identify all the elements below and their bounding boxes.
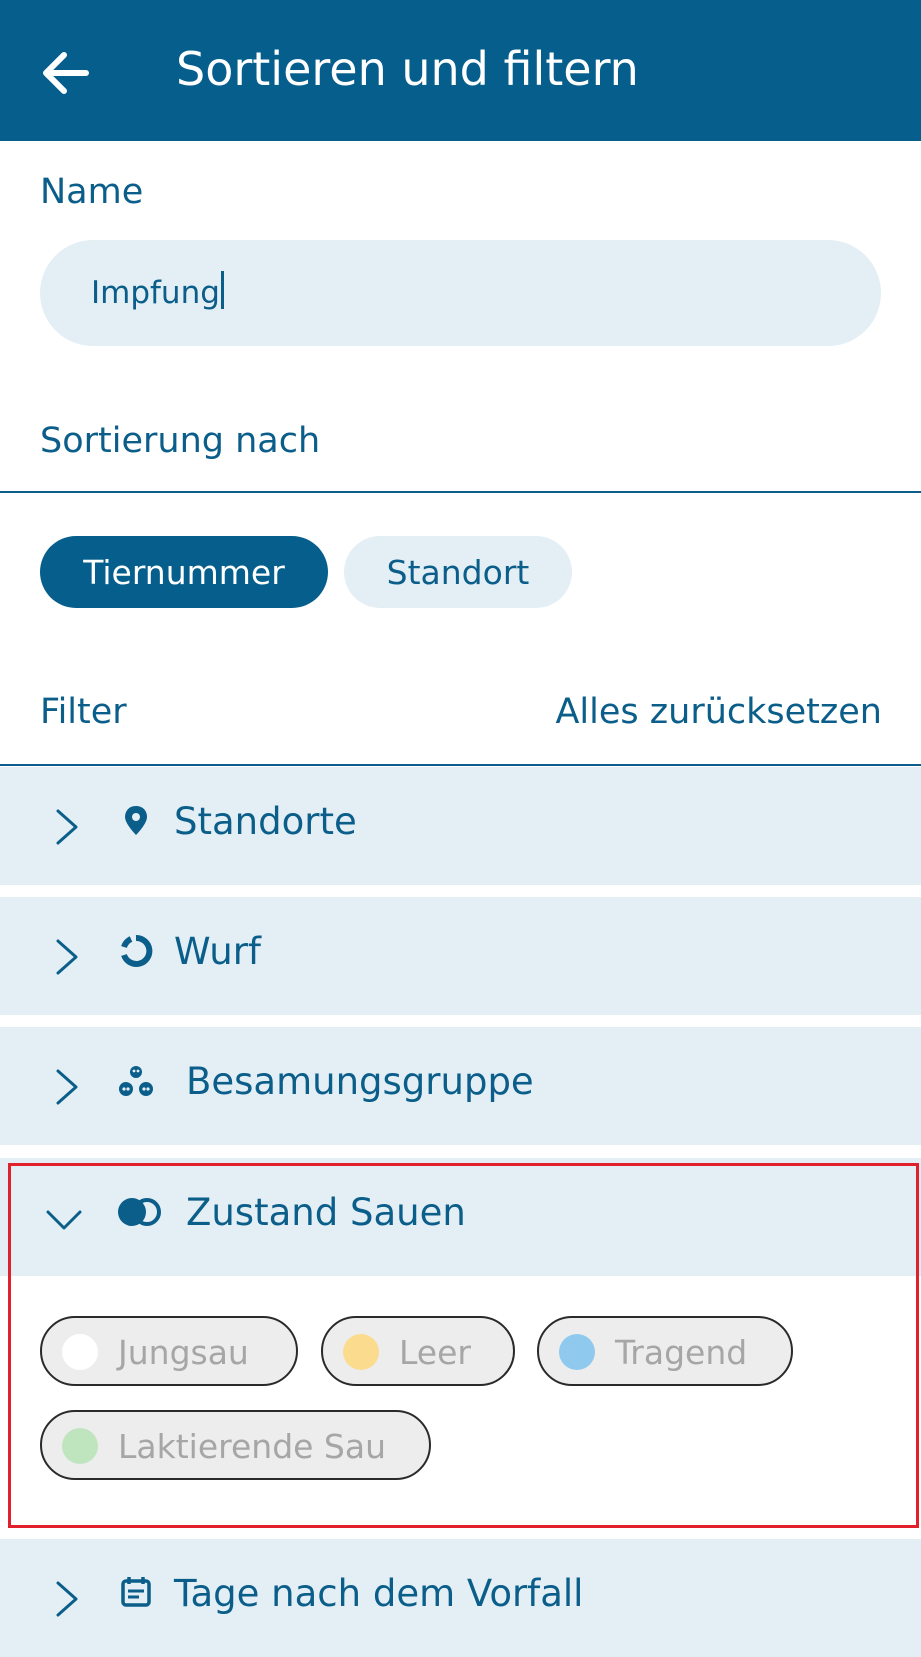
filter-group-wurf[interactable]: Wurf: [0, 897, 921, 1015]
chevron-right-icon: [56, 939, 78, 975]
name-label: Name: [40, 172, 144, 212]
text-caret: [220, 271, 224, 309]
filter-group-besamungsgruppe[interactable]: Besamungsgruppe: [0, 1027, 921, 1145]
status-dot: [559, 1334, 595, 1370]
status-chip-laktierende-sau[interactable]: Laktierende Sau: [40, 1410, 431, 1480]
filter-group-label: Besamungsgruppe: [186, 1060, 534, 1103]
status-dot: [62, 1428, 98, 1464]
status-dot: [343, 1334, 379, 1370]
filter-group-label: Zustand Sauen: [186, 1191, 466, 1234]
filter-group-label: Standorte: [174, 800, 357, 843]
chevron-right-icon: [56, 1581, 78, 1617]
filter-group-tage-nach-dem-vorfall[interactable]: Tage nach dem Vorfall: [0, 1539, 921, 1657]
status-options-panel: Jungsau Leer Tragend Laktierende Sau: [0, 1276, 921, 1538]
filter-divider: [0, 764, 921, 766]
status-chip-label: Laktierende Sau: [118, 1427, 387, 1466]
status-dot: [62, 1334, 98, 1370]
chevron-right-icon: [56, 1069, 78, 1105]
filter-group-label: Tage nach dem Vorfall: [174, 1572, 584, 1615]
sort-option-tiernummer[interactable]: Tiernummer: [40, 536, 328, 608]
chevron-right-icon: [56, 809, 78, 845]
back-arrow-icon[interactable]: [38, 46, 96, 100]
status-chip-tragend[interactable]: Tragend: [537, 1316, 793, 1386]
chevron-down-icon: [46, 1210, 82, 1230]
name-input[interactable]: Impfung: [40, 240, 881, 346]
cycle-icon: [121, 934, 153, 967]
app-header: Sortieren und filtern: [0, 0, 921, 141]
filter-label: Filter: [40, 692, 127, 732]
filter-group-zustand-sauen[interactable]: Zustand Sauen: [0, 1158, 921, 1276]
name-input-value: Impfung: [91, 275, 220, 311]
group-icon: [119, 1066, 153, 1096]
calendar-icon: [121, 1577, 151, 1607]
page-title: Sortieren und filtern: [176, 42, 639, 96]
status-chip-label: Leer: [399, 1333, 471, 1372]
sort-option-standort[interactable]: Standort: [344, 536, 572, 608]
reset-all-link[interactable]: Alles zurücksetzen: [546, 692, 882, 732]
status-chip-jungsau[interactable]: Jungsau: [40, 1316, 298, 1386]
sort-divider: [0, 491, 921, 493]
sort-label: Sortierung nach: [40, 421, 321, 461]
status-chip-leer[interactable]: Leer: [321, 1316, 515, 1386]
status-chip-label: Tragend: [615, 1333, 748, 1372]
toggle-status-icon: [118, 1198, 161, 1226]
status-chip-label: Jungsau: [118, 1333, 249, 1372]
filter-group-standorte[interactable]: Standorte: [0, 767, 921, 885]
location-pin-icon: [125, 806, 147, 835]
filter-group-label: Wurf: [174, 930, 261, 973]
